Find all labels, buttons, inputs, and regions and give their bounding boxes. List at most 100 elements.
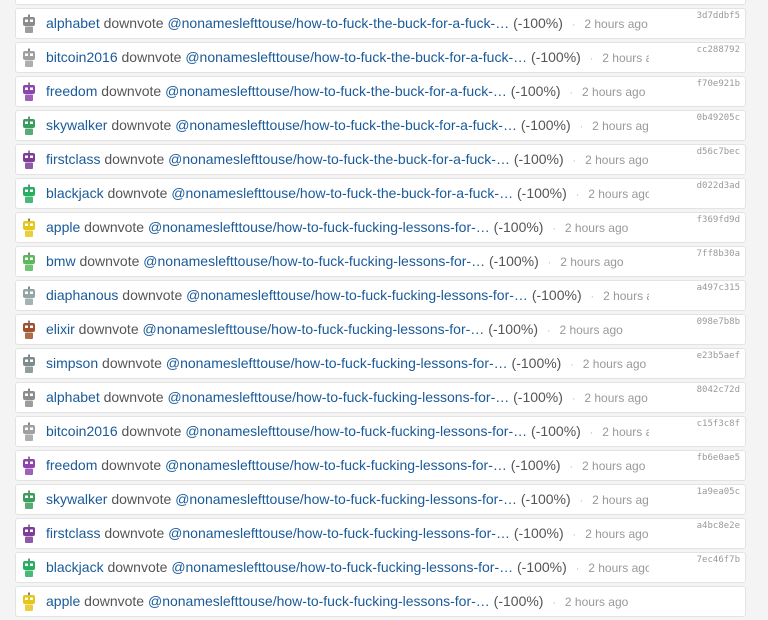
timestamp: 2 hours ago [588, 187, 649, 201]
vote-action-label: downvote [121, 49, 182, 65]
voter-username-link[interactable]: firstclass [46, 151, 100, 167]
post-permalink-link[interactable]: @nonameslefttouse/how-to-fuck-fucking-le… [143, 321, 485, 337]
post-permalink-link[interactable]: @nonameslefttouse/how-to-fuck-the-buck-f… [171, 185, 513, 201]
post-permalink-link[interactable]: @nonameslefttouse/how-to-fuck-fucking-le… [167, 389, 509, 405]
activity-text: firstclass downvote @nonameslefttouse/ho… [46, 519, 649, 548]
robot-avatar-icon[interactable] [20, 14, 38, 34]
post-permalink-link[interactable]: @nonameslefttouse/how-to-fuck-fucking-le… [143, 253, 485, 269]
activity-row: elixir downvote @nonameslefttouse/how-to… [15, 314, 746, 345]
post-permalink-link[interactable]: @nonameslefttouse/how-to-fuck-fucking-le… [185, 423, 527, 439]
separator-dot: · [552, 597, 557, 609]
voter-username-link[interactable]: freedom [46, 457, 97, 473]
voter-username-link[interactable]: alphabet [46, 389, 100, 405]
vote-weight: (-100%) [520, 491, 571, 507]
transaction-hash-link[interactable]: 1a9ea05c [697, 487, 740, 497]
robot-avatar-icon[interactable] [20, 388, 38, 408]
voter-username-link[interactable]: simpson [46, 355, 98, 371]
separator-dot: · [546, 325, 551, 337]
timestamp: 2 hours ago [602, 51, 649, 65]
voter-username-link[interactable]: freedom [46, 83, 97, 99]
post-permalink-link[interactable]: @nonameslefttouse/how-to-fuck-fucking-le… [148, 219, 490, 235]
voter-username-link[interactable]: alphabet [46, 15, 100, 31]
transaction-hash-link[interactable]: a4bc8e2e [697, 521, 740, 531]
robot-avatar-icon[interactable] [20, 218, 38, 238]
post-permalink-link[interactable]: @nonameslefttouse/how-to-fuck-the-buck-f… [165, 83, 507, 99]
robot-avatar-icon[interactable] [20, 184, 38, 204]
post-permalink-link[interactable]: @nonameslefttouse/how-to-fuck-fucking-le… [166, 355, 508, 371]
vote-weight: (-100%) [493, 219, 544, 235]
post-permalink-link[interactable]: @nonameslefttouse/how-to-fuck-fucking-le… [148, 593, 490, 609]
activity-text: blackjack downvote @nonameslefttouse/how… [46, 179, 649, 208]
robot-avatar-icon[interactable] [20, 592, 38, 612]
transaction-hash-link[interactable]: 3d7ddbf5 [697, 11, 740, 21]
post-permalink-link[interactable]: @nonameslefttouse/how-to-fuck-fucking-le… [168, 525, 510, 541]
vote-action-label: downvote [79, 253, 140, 269]
voter-username-link[interactable]: skywalker [46, 117, 107, 133]
vote-action-label: downvote [84, 593, 145, 609]
voter-username-link[interactable]: apple [46, 219, 80, 235]
robot-avatar-icon[interactable] [20, 524, 38, 544]
vote-weight: (-100%) [513, 151, 564, 167]
separator-dot: · [579, 495, 584, 507]
transaction-hash-link[interactable]: f70e921b [697, 79, 740, 89]
robot-avatar-icon[interactable] [20, 422, 38, 442]
transaction-hash-link[interactable]: d022d3ad [697, 181, 740, 191]
separator-dot: · [575, 189, 580, 201]
voter-username-link[interactable]: bitcoin2016 [46, 423, 118, 439]
vote-weight: (-100%) [531, 287, 582, 303]
robot-avatar-icon[interactable] [20, 116, 38, 136]
transaction-hash-link[interactable]: e23b5aef [697, 351, 740, 361]
post-permalink-link[interactable]: @nonameslefttouse/how-to-fuck-fucking-le… [165, 457, 507, 473]
voter-username-link[interactable]: apple [46, 593, 80, 609]
activity-feed: alphabet downvote @nonameslefttouse/how-… [15, 0, 746, 620]
voter-username-link[interactable]: diaphanous [46, 287, 118, 303]
activity-text: alphabet downvote @nonameslefttouse/how-… [46, 9, 649, 38]
timestamp: 2 hours ago [592, 119, 649, 133]
voter-username-link[interactable]: bitcoin2016 [46, 49, 118, 65]
vote-weight: (-100%) [493, 593, 544, 609]
transaction-hash-link[interactable]: a497c315 [697, 283, 740, 293]
post-permalink-link[interactable]: @nonameslefttouse/how-to-fuck-fucking-le… [171, 559, 513, 575]
transaction-hash-link[interactable]: 098e7b8b [697, 317, 740, 327]
robot-avatar-icon[interactable] [20, 490, 38, 510]
vote-action-label: downvote [111, 117, 172, 133]
voter-username-link[interactable]: firstclass [46, 525, 100, 541]
separator-dot: · [575, 563, 580, 575]
transaction-hash-link[interactable]: c15f3c8f [697, 419, 740, 429]
voter-username-link[interactable]: bmw [46, 253, 76, 269]
timestamp: 2 hours ago [584, 17, 648, 31]
transaction-hash-link[interactable]: fb6e0ae5 [697, 453, 740, 463]
voter-username-link[interactable]: blackjack [46, 185, 104, 201]
voter-username-link[interactable]: skywalker [46, 491, 107, 507]
timestamp: 2 hours ago [584, 391, 648, 405]
transaction-hash-link[interactable]: cc288792 [697, 45, 740, 55]
transaction-hash-link[interactable]: d56c7bec [697, 147, 740, 157]
vote-action-label: downvote [84, 219, 145, 235]
robot-avatar-icon[interactable] [20, 320, 38, 340]
voter-username-link[interactable]: elixir [46, 321, 75, 337]
post-permalink-link[interactable]: @nonameslefttouse/how-to-fuck-fucking-le… [186, 287, 528, 303]
transaction-hash-link[interactable]: f369fd9d [697, 215, 740, 225]
robot-avatar-icon[interactable] [20, 252, 38, 272]
transaction-hash-link[interactable]: 7ec46f7b [697, 555, 740, 565]
activity-text: elixir downvote @nonameslefttouse/how-to… [46, 315, 649, 344]
vote-weight: (-100%) [531, 49, 581, 65]
robot-avatar-icon[interactable] [20, 48, 38, 68]
transaction-hash-link[interactable]: 0b49205c [697, 113, 740, 123]
transaction-hash-link[interactable]: 8042c72d [697, 385, 740, 395]
transaction-hash-link[interactable]: 7ff8b30a [697, 249, 740, 259]
post-permalink-link[interactable]: @nonameslefttouse/how-to-fuck-the-buck-f… [185, 49, 527, 65]
post-permalink-link[interactable]: @nonameslefttouse/how-to-fuck-the-buck-f… [168, 151, 510, 167]
separator-dot: · [571, 19, 576, 31]
robot-avatar-icon[interactable] [20, 82, 38, 102]
vote-weight: (-100%) [513, 525, 564, 541]
robot-avatar-icon[interactable] [20, 354, 38, 374]
post-permalink-link[interactable]: @nonameslefttouse/how-to-fuck-the-buck-f… [167, 15, 509, 31]
post-permalink-link[interactable]: @nonameslefttouse/how-to-fuck-fucking-le… [175, 491, 517, 507]
voter-username-link[interactable]: blackjack [46, 559, 104, 575]
robot-avatar-icon[interactable] [20, 150, 38, 170]
robot-avatar-icon[interactable] [20, 456, 38, 476]
robot-avatar-icon[interactable] [20, 286, 38, 306]
post-permalink-link[interactable]: @nonameslefttouse/how-to-fuck-the-buck-f… [175, 117, 517, 133]
robot-avatar-icon[interactable] [20, 558, 38, 578]
